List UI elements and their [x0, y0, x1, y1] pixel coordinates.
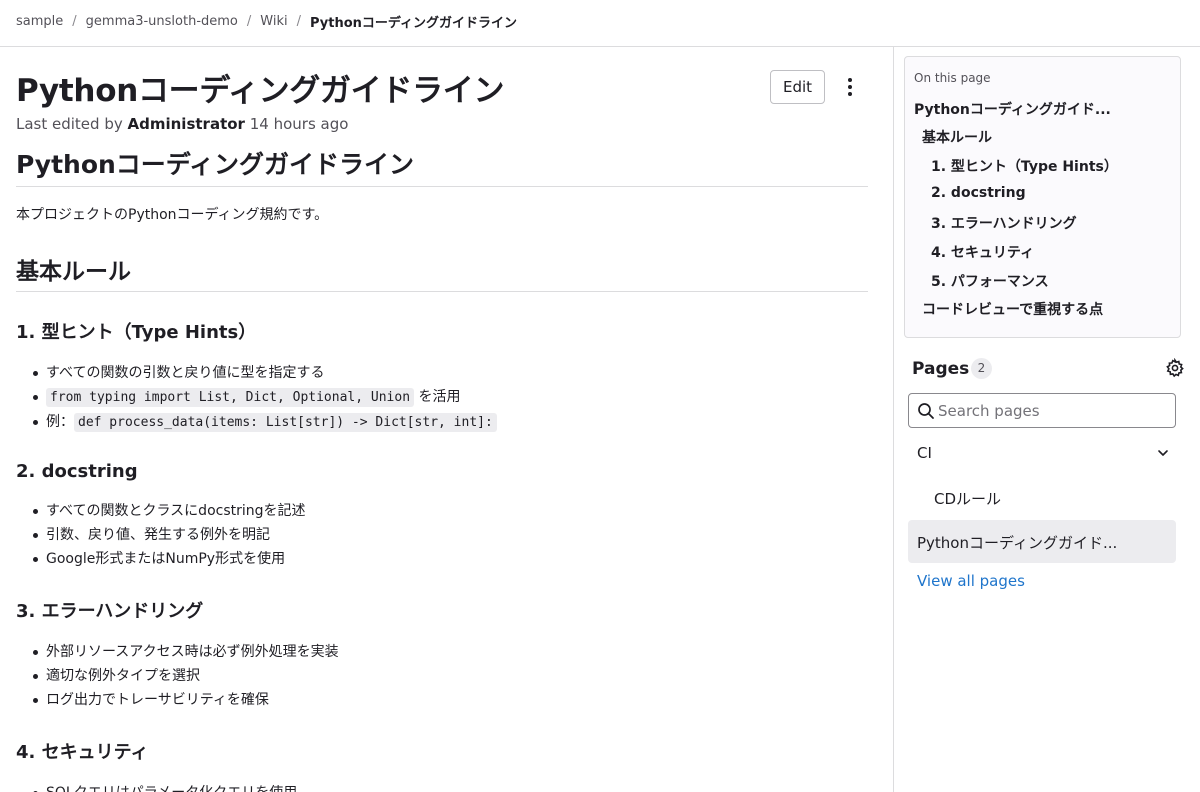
top-bar: sample / gemma3-unsloth-demo / Wiki / Py…	[0, 0, 1200, 47]
table-of-contents: On this page Pythonコーディングガイド... 基本ルール 1.…	[904, 56, 1181, 338]
breadcrumb-separator: /	[296, 14, 301, 29]
search-pages-box	[908, 393, 1176, 428]
wiki-sidebar: On this page Pythonコーディングガイド... 基本ルール 1.…	[893, 47, 1200, 792]
toc-heading: On this page	[914, 71, 991, 85]
meta-author[interactable]: Administrator	[128, 115, 245, 133]
breadcrumb-item-project[interactable]: gemma3-unsloth-demo	[86, 14, 238, 29]
list-item: すべての関数とクラスにdocstringを記述	[16, 499, 868, 523]
list-item: 適切な例外タイプを選択	[16, 664, 868, 688]
meta-prefix: Last edited by	[16, 115, 123, 133]
docstring-list: すべての関数とクラスにdocstringを記述 引数、戻り値、発生する例外を明記…	[16, 499, 868, 571]
intro-paragraph: 本プロジェクトのPythonコーディング規約です。	[16, 207, 329, 223]
toc-item-performance[interactable]: 5. パフォーマンス	[931, 271, 1049, 291]
list-item: ログ出力でトレーサビリティを確保	[16, 688, 868, 712]
list-item-text: を活用	[414, 389, 461, 405]
search-icon	[918, 403, 934, 419]
content-heading-1: Pythonコーディングガイドライン	[16, 145, 868, 187]
inline-code: def process_data(items: List[str]) -> Di…	[74, 413, 497, 432]
section-heading-error-handling: 3. エラーハンドリング	[16, 601, 204, 622]
tree-item-ci[interactable]: CI	[908, 432, 1176, 475]
wiki-content: Pythonコーディングガイドライン 本プロジェクトのPythonコーディング規…	[16, 145, 868, 792]
list-item: Google形式またはNumPy形式を使用	[16, 547, 868, 571]
tree-item-label: Pythonコーディングガイド...	[917, 534, 1118, 552]
breadcrumb: sample / gemma3-unsloth-demo / Wiki / Py…	[16, 12, 517, 31]
breadcrumb-item-group[interactable]: sample	[16, 14, 63, 29]
toc-item-code-review[interactable]: コードレビューで重視する点	[922, 299, 1103, 319]
toc-item-title[interactable]: Pythonコーディングガイド...	[914, 99, 1111, 119]
pages-count-badge: 2	[971, 358, 992, 379]
tree-item-label: CDルール	[934, 490, 1002, 508]
list-item: 引数、戻り値、発生する例外を明記	[16, 523, 868, 547]
search-pages-input[interactable]	[938, 395, 1170, 426]
section-heading-type-hints: 1. 型ヒント（Type Hints）	[16, 322, 257, 343]
breadcrumb-separator: /	[72, 14, 77, 29]
wiki-main: Pythonコーディングガイドライン Last edited by Admini…	[0, 47, 893, 792]
list-item: SQLクエリはパラメータ化クエリを使用	[16, 781, 868, 792]
last-edited-meta: Last edited by Administrator 14 hours ag…	[16, 115, 348, 133]
error-handling-list: 外部リソースアクセス時は必ず例外処理を実装 適切な例外タイプを選択 ログ出力でト…	[16, 640, 868, 712]
type-hints-list: すべての関数の引数と戻り値に型を指定する from typing import …	[16, 361, 868, 435]
list-item: すべての関数の引数と戻り値に型を指定する	[16, 361, 868, 385]
security-list: SQLクエリはパラメータ化クエリを使用	[16, 781, 868, 792]
content-heading-2: 基本ルール	[16, 252, 868, 292]
section-heading-docstring: 2. docstring	[16, 461, 138, 482]
breadcrumb-separator: /	[246, 14, 252, 29]
pages-header: Pages 2	[912, 355, 1185, 383]
list-item-text: 例：	[46, 414, 74, 430]
list-item: 例： def process_data(items: List[str]) -> …	[16, 410, 868, 435]
view-all-pages-link[interactable]: View all pages	[917, 572, 1025, 590]
page-title: Pythonコーディングガイドライン	[16, 73, 505, 109]
tree-item-python-guideline[interactable]: Pythonコーディングガイド...	[908, 520, 1176, 563]
list-item: from typing import List, Dict, Optional,…	[16, 385, 868, 410]
breadcrumb-item-current[interactable]: Pythonコーディングガイドライン	[310, 12, 517, 31]
breadcrumb-item-wiki[interactable]: Wiki	[260, 14, 287, 29]
tree-item-cd-rules[interactable]: CDルール	[908, 476, 1176, 519]
toc-item-docstring[interactable]: 2. docstring	[931, 185, 1026, 201]
chevron-down-icon[interactable]	[1156, 446, 1170, 460]
meta-suffix: 14 hours ago	[249, 115, 349, 133]
toc-item-security[interactable]: 4. セキュリティ	[931, 242, 1034, 262]
inline-code: from typing import List, Dict, Optional,…	[46, 388, 415, 407]
list-item: 外部リソースアクセス時は必ず例外処理を実装	[16, 640, 868, 664]
more-vertical-icon[interactable]	[838, 74, 862, 100]
section-heading-security: 4. セキュリティ	[16, 742, 149, 763]
toc-item-error-handling[interactable]: 3. エラーハンドリング	[931, 213, 1077, 233]
gear-icon[interactable]	[1165, 358, 1185, 378]
tree-item-label: CI	[917, 444, 932, 462]
edit-button[interactable]: Edit	[770, 70, 825, 104]
toc-item-type-hints[interactable]: 1. 型ヒント（Type Hints）	[931, 156, 1118, 176]
pages-title: Pages	[912, 359, 970, 379]
toc-item-basic-rules[interactable]: 基本ルール	[922, 127, 992, 147]
